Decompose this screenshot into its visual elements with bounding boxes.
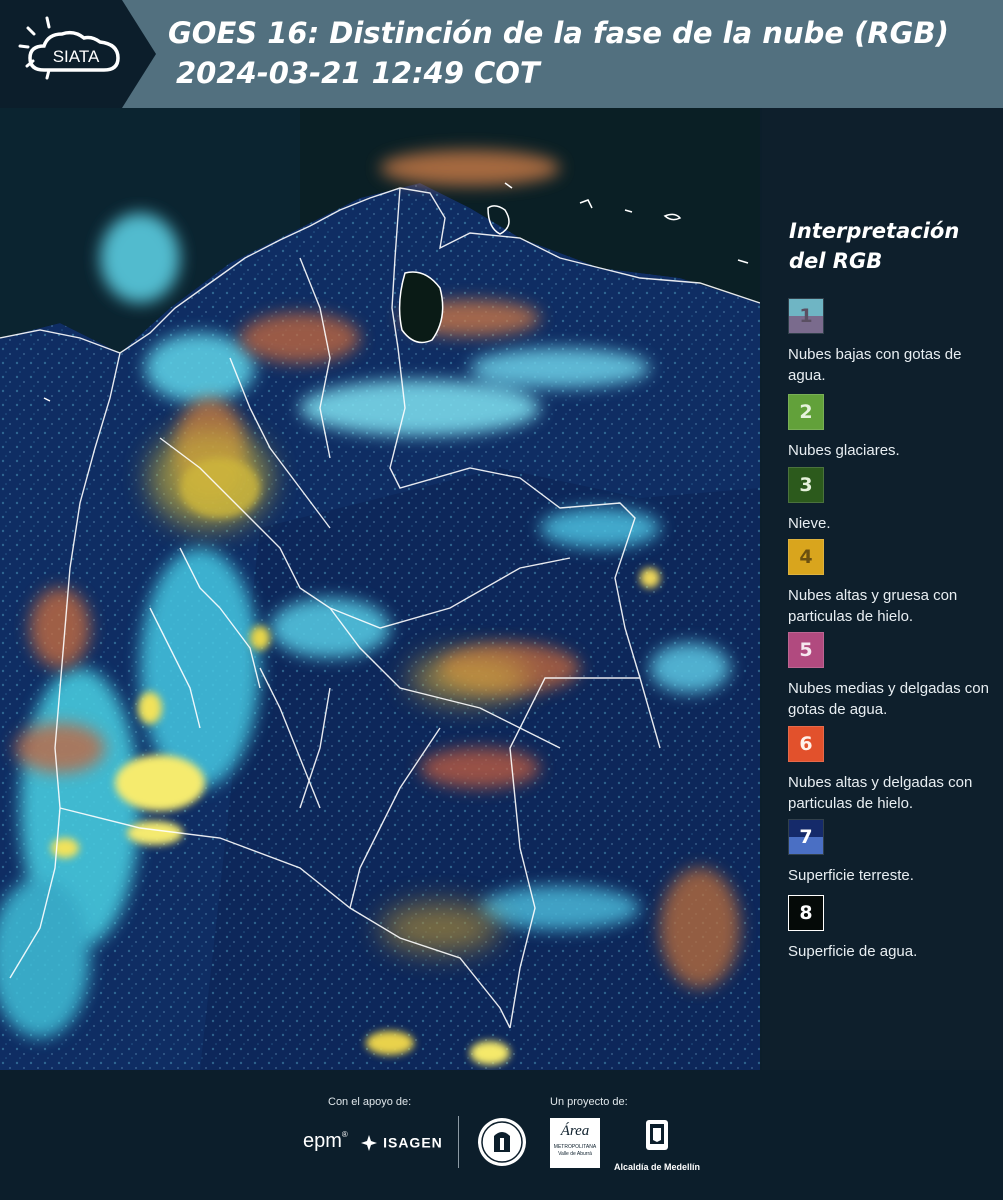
page-title: GOES 16: Distinción de la fase de la nub… — [168, 16, 949, 50]
area-logo-sub2: Valle de Aburrá — [558, 1151, 592, 1157]
area-logo-text: Área — [560, 1123, 590, 1139]
legend-title: Interpretación del RGB — [789, 219, 960, 273]
legend-number-4: 4 — [799, 546, 813, 568]
legend-item-7: 7 Superficie terreste. — [788, 819, 998, 886]
alcaldia-logo-text: Alcaldía de Medellín — [613, 1162, 701, 1172]
legend-label-6: Nubes altas y delgadas con particulas de… — [788, 774, 973, 812]
legend-number-8: 8 — [799, 902, 813, 924]
legend-item-4: 4 Nubes altas y gruesa con particulas de… — [788, 539, 998, 627]
legend-label-1: Nubes bajas con gotas de agua. — [788, 346, 962, 384]
legend-label-4: Nubes altas y gruesa con particulas de h… — [788, 587, 958, 625]
isagen-logo-text: ISAGEN — [383, 1134, 443, 1151]
legend-item-3: 3 Nieve. — [788, 467, 998, 534]
seal-icon — [478, 1118, 526, 1166]
legend-label-5: Nubes medias y delgadas con gotas de agu… — [788, 680, 989, 718]
legend-number-2: 2 — [799, 401, 813, 423]
isagen-logo: ISAGEN — [360, 1132, 443, 1152]
page-timestamp: 2024-03-21 12:49 COT — [176, 56, 540, 90]
footer-divider — [458, 1116, 459, 1168]
legend-item-8: 8 Superficie de agua. — [788, 895, 998, 962]
siata-logo-panel: SIATA — [0, 0, 160, 108]
legend-item-6: 6 Nubes altas y delgadas con particulas … — [788, 726, 998, 814]
legend-swatch-8: 8 — [788, 895, 824, 931]
legend-label-2: Nubes glaciares. — [788, 442, 900, 459]
legend-label-8: Superficie de agua. — [788, 943, 918, 960]
header-bar: SIATA GOES 16: Distinción de la fase de … — [0, 0, 1003, 108]
legend-number-6: 6 — [799, 733, 813, 755]
legend-swatch-6: 6 — [788, 726, 824, 762]
legend-swatch-7: 7 — [788, 819, 824, 855]
epm-logo-text: epm — [303, 1130, 342, 1152]
legend-swatch-2: 2 — [788, 394, 824, 430]
legend-label-3: Nieve. — [788, 515, 831, 532]
legend-swatch-5: 5 — [788, 632, 824, 668]
legend-swatch-3: 3 — [788, 467, 824, 503]
satellite-map — [0, 108, 760, 1070]
institution-seal-logo — [476, 1116, 528, 1172]
legend-panel: Interpretación del RGB 1 Nubes bajas con… — [762, 108, 1003, 1070]
siata-logo-text: SIATA — [53, 47, 100, 66]
legend-number-1: 1 — [799, 305, 813, 327]
siata-logo: SIATA — [0, 0, 156, 108]
lake-maracaibo — [398, 271, 444, 344]
alcaldia-medellin-logo: Alcaldía de Medellín — [612, 1118, 702, 1172]
legend-swatch-4: 4 — [788, 539, 824, 575]
isagen-star-icon — [361, 1134, 377, 1151]
area-metropolitana-logo: Área METROPOLITANA Valle de Aburrá — [550, 1118, 600, 1168]
legend-swatch-1: 1 — [788, 298, 824, 334]
support-label: Con el apoyo de: — [328, 1096, 412, 1108]
legend-number-5: 5 — [799, 639, 813, 661]
area-logo-sub1: METROPOLITANA — [553, 1144, 597, 1150]
epm-logo: epm® — [303, 1130, 348, 1152]
coat-of-arms-icon — [646, 1120, 668, 1150]
legend-item-2: 2 Nubes glaciares. — [788, 394, 998, 461]
satellite-image — [0, 108, 760, 1070]
project-label: Un proyecto de: — [550, 1096, 628, 1108]
legend-item-5: 5 Nubes medias y delgadas con gotas de a… — [788, 632, 998, 720]
legend-number-7: 7 — [799, 826, 813, 848]
legend-number-3: 3 — [799, 474, 813, 496]
legend-item-1: 1 Nubes bajas con gotas de agua. — [788, 298, 998, 386]
legend-label-7: Superficie terreste. — [788, 867, 914, 884]
footer: Con el apoyo de: Un proyecto de: epm® IS… — [0, 1070, 1003, 1200]
